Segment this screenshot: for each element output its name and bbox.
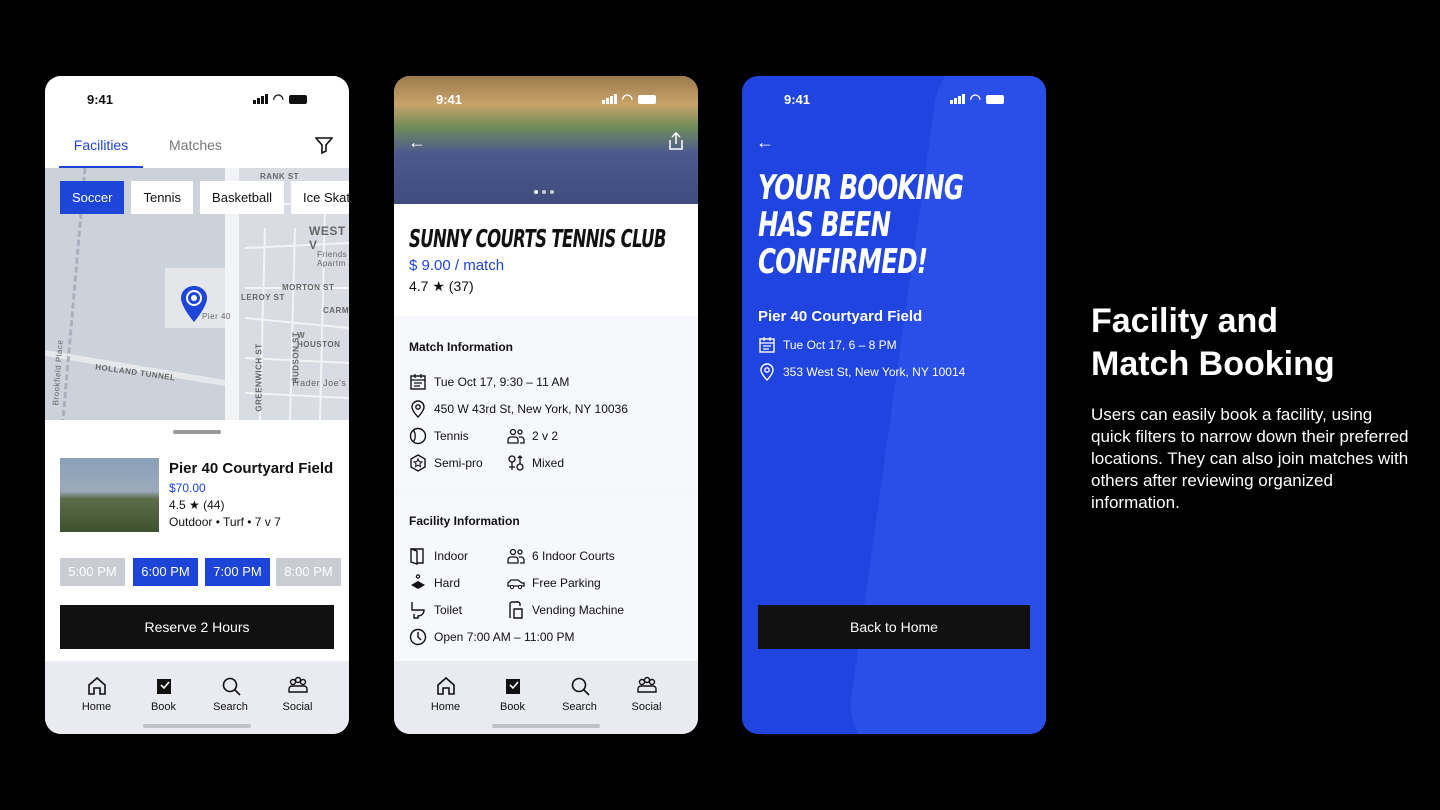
facility-price: $70.00 — [169, 481, 206, 495]
status-time: 9:41 — [87, 91, 114, 107]
slot-6pm[interactable]: 6:00 PM — [133, 558, 198, 586]
chip-soccer[interactable]: Soccer — [60, 181, 125, 214]
location-pin-icon — [409, 399, 427, 418]
nav-home[interactable]: Home — [421, 675, 471, 734]
book-icon — [156, 679, 171, 694]
clock-icon — [409, 628, 427, 646]
level-badge-icon — [409, 453, 427, 472]
chip-basketball[interactable]: Basketball — [200, 181, 285, 214]
slot-7pm[interactable]: 7:00 PM — [205, 558, 270, 586]
home-icon — [436, 676, 455, 695]
door-icon — [409, 547, 427, 565]
courts-icon — [507, 547, 525, 565]
facility-name[interactable]: Pier 40 Courtyard Field — [169, 460, 333, 477]
surface-icon — [409, 573, 427, 592]
facility-rating: 4.5 ★ (44) — [169, 498, 225, 512]
nav-social[interactable]: Social — [273, 675, 323, 734]
home-icon — [87, 676, 106, 695]
map-pin-icon[interactable] — [181, 286, 207, 327]
slot-8pm: 8:00 PM — [276, 558, 341, 586]
sheet-handle[interactable] — [173, 430, 221, 434]
caption-body: Users can easily book a facility, using … — [1091, 405, 1409, 512]
calendar-icon — [409, 373, 427, 391]
social-icon — [287, 676, 308, 693]
nav-home[interactable]: Home — [72, 675, 122, 734]
facility-details: Outdoor • Turf • 7 v 7 — [169, 515, 281, 529]
book-icon — [505, 679, 520, 694]
facilities-screen: 9:41 ◠ Facilities Matches RANK ST WEST V … — [45, 76, 349, 734]
bottom-sheet: Pier 40 Courtyard Field $70.00 4.5 ★ (44… — [45, 420, 349, 661]
confirmation-headline: YOUR BOOKING — [758, 168, 964, 208]
status-bar: 9:41 ◠ — [45, 76, 349, 122]
social-icon — [636, 676, 657, 693]
carousel-dots[interactable] — [534, 190, 554, 194]
caption-title: Facility and Match Booking — [1091, 302, 1335, 383]
players-icon — [507, 427, 525, 445]
nav-social[interactable]: Social — [622, 675, 672, 734]
back-arrow-icon[interactable]: ← — [408, 132, 426, 153]
chip-ice-skating[interactable]: Ice Skating — [291, 181, 349, 214]
booking-confirmed-screen: 9:41 ◠ ← YOUR BOOKING HAS BEEN CONFIRMED!… — [742, 76, 1046, 734]
tennis-ball-icon — [409, 427, 427, 445]
facility-detail-screen: 9:41 ◠ ← SUNNY COURTS TENNIS CLUB $ 9.00 … — [394, 76, 698, 734]
caption: Facility and Match Booking Users can easi… — [1091, 300, 1411, 514]
club-title: SUNNY COURTS TENNIS CLUB — [409, 224, 666, 253]
home-indicator — [492, 724, 600, 728]
booked-facility-name: Pier 40 Courtyard Field — [758, 308, 923, 325]
toilet-icon — [409, 601, 427, 619]
map[interactable]: RANK ST WEST V Friends Apartm MORTON ST … — [45, 168, 349, 420]
search-icon — [222, 677, 241, 696]
facility-info-section: Facility Information Indoor 6 Indoor Cour… — [394, 494, 698, 661]
filter-icon[interactable] — [314, 136, 334, 157]
share-icon[interactable] — [668, 131, 684, 155]
tab-matches[interactable]: Matches — [155, 122, 236, 168]
reserve-button[interactable]: Reserve 2 Hours — [60, 605, 334, 649]
chip-tennis[interactable]: Tennis — [131, 181, 194, 214]
location-pin-icon — [758, 362, 776, 381]
status-icons: ◠ — [252, 91, 307, 107]
match-info-section: Match Information Tue Oct 17, 9:30 – 11 … — [394, 320, 698, 488]
slot-5pm: 5:00 PM — [60, 558, 125, 586]
gender-mixed-icon — [507, 454, 525, 472]
vending-machine-icon — [507, 600, 525, 619]
club-price: $ 9.00 / match — [409, 257, 505, 274]
calendar-icon — [758, 336, 776, 354]
car-icon — [507, 574, 525, 592]
back-to-home-button[interactable]: Back to Home — [758, 605, 1030, 649]
search-icon — [571, 677, 590, 696]
back-arrow-icon[interactable]: ← — [756, 132, 774, 153]
facility-photo — [60, 458, 159, 532]
club-rating: 4.7 ★ (37) — [409, 278, 474, 294]
home-indicator — [143, 724, 251, 728]
tab-facilities[interactable]: Facilities — [59, 122, 143, 168]
